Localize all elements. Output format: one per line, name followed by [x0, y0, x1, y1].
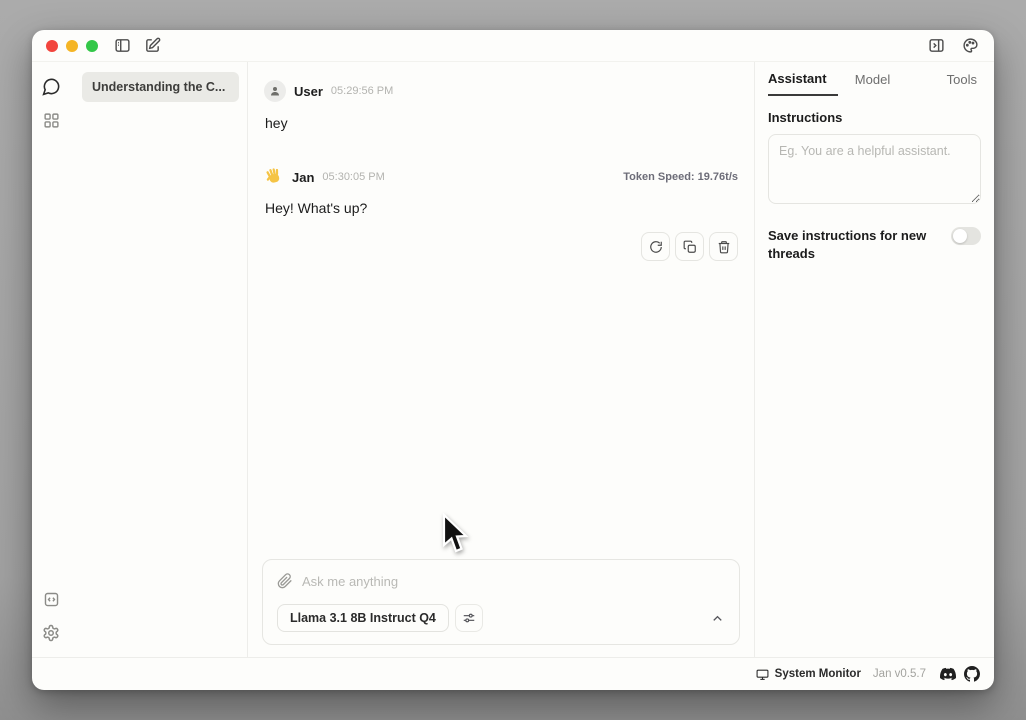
settings-gear-icon[interactable] [37, 619, 65, 647]
right-panel: Assistant Model Tools Instructions Save … [755, 62, 994, 657]
copy-icon[interactable] [675, 232, 704, 261]
model-selector[interactable]: Llama 3.1 8B Instruct Q4 [277, 604, 449, 632]
message-author: User [294, 84, 323, 99]
message-list: User 05:29:56 PM hey Jan 05:30:05 PM Tok… [248, 62, 754, 559]
tab-model[interactable]: Model [838, 62, 908, 96]
instructions-textarea[interactable] [768, 134, 981, 204]
tab-assistant[interactable]: Assistant [768, 62, 838, 96]
message-text: hey [265, 115, 738, 131]
instructions-label: Instructions [768, 110, 981, 125]
regenerate-icon[interactable] [641, 232, 670, 261]
system-monitor-button[interactable]: System Monitor [756, 668, 861, 681]
discord-icon[interactable] [940, 666, 956, 682]
app-window: Understanding the C... User 05:29:56 PM … [32, 30, 994, 690]
message-actions [264, 232, 738, 261]
attach-file-icon[interactable] [277, 573, 293, 589]
message-assistant: Jan 05:30:05 PM Token Speed: 19.76t/s He… [264, 167, 738, 261]
theme-palette-icon[interactable] [960, 36, 980, 56]
app-version: Jan v0.5.7 [873, 668, 926, 680]
token-speed: Token Speed: 19.76t/s [623, 171, 738, 183]
thread-list-item[interactable]: Understanding the C... [82, 72, 239, 102]
new-thread-icon[interactable] [142, 36, 162, 56]
chat-input-box: Llama 3.1 8B Instruct Q4 [262, 559, 740, 645]
wave-hand-icon [264, 167, 284, 187]
tab-tools[interactable]: Tools [907, 62, 981, 96]
status-bar: System Monitor Jan v0.5.7 [32, 657, 994, 690]
message-author: Jan [292, 170, 314, 185]
titlebar [32, 30, 994, 62]
message-user: User 05:29:56 PM hey [264, 80, 738, 131]
thread-list: Understanding the C... [70, 62, 248, 657]
sidebar-toggle-icon[interactable] [112, 36, 132, 56]
hub-nav-icon[interactable] [37, 106, 65, 134]
message-timestamp: 05:29:56 PM [331, 85, 393, 97]
left-rail [32, 62, 70, 657]
chevron-up-icon[interactable] [710, 611, 725, 626]
traffic-lights [46, 40, 98, 52]
message-text: Hey! What's up? [265, 200, 738, 216]
minimize-window-button[interactable] [66, 40, 78, 52]
zoom-window-button[interactable] [86, 40, 98, 52]
save-instructions-toggle[interactable] [951, 227, 981, 245]
message-timestamp: 05:30:05 PM [322, 171, 384, 183]
model-settings-icon[interactable] [455, 604, 483, 632]
github-icon[interactable] [964, 666, 980, 682]
local-api-server-icon[interactable] [37, 585, 65, 613]
user-avatar [264, 80, 286, 102]
right-panel-toggle-icon[interactable] [926, 36, 946, 56]
threads-nav-icon[interactable] [37, 72, 65, 100]
chat-input[interactable] [302, 574, 725, 589]
system-monitor-label: System Monitor [775, 668, 861, 680]
monitor-icon [756, 668, 769, 681]
delete-icon[interactable] [709, 232, 738, 261]
save-instructions-label: Save instructions for new threads [768, 227, 928, 263]
right-panel-tabs: Assistant Model Tools [755, 62, 994, 96]
close-window-button[interactable] [46, 40, 58, 52]
chat-panel: User 05:29:56 PM hey Jan 05:30:05 PM Tok… [248, 62, 755, 657]
